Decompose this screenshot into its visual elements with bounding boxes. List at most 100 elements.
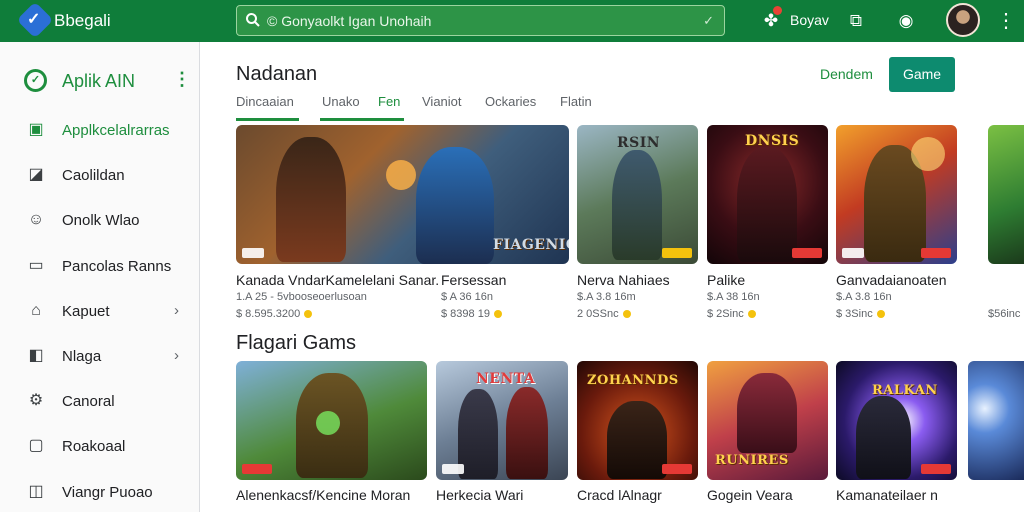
platform-chip bbox=[242, 248, 264, 258]
rating-tag bbox=[921, 464, 951, 474]
sidebar-item-label: Viangr Puoao bbox=[62, 484, 153, 501]
app-icon: ✓ bbox=[24, 69, 47, 92]
coin-icon bbox=[876, 310, 885, 319]
library-icon: ◫ bbox=[28, 483, 44, 500]
tab-underline bbox=[236, 118, 299, 121]
rating-tag bbox=[662, 248, 692, 258]
price-text: 2 0SSnc bbox=[577, 308, 619, 320]
brand-name[interactable]: Bbegali bbox=[54, 11, 111, 31]
game-meta: $.A 3.8 16n bbox=[836, 291, 892, 303]
game-thumbnail[interactable]: DNSIS bbox=[707, 125, 828, 264]
game-title: Kamanateilaer n bbox=[836, 487, 938, 503]
coin-icon bbox=[493, 310, 502, 319]
game-thumbnail[interactable]: FIAGENICT bbox=[236, 125, 569, 264]
sidebar-item-label: Pancolas Ranns bbox=[62, 258, 172, 275]
tab-5[interactable]: Flatin bbox=[560, 94, 592, 122]
game-banner: ZOHANNDS bbox=[587, 373, 679, 388]
sidebar-header: ✓ Aplik AIN ⋮ bbox=[24, 67, 200, 95]
game-price: $ 8.595.3200 bbox=[236, 308, 313, 320]
price-text: $ 3Sinc bbox=[836, 308, 873, 320]
game-title: Herkecia Wari bbox=[436, 487, 524, 503]
price-text: $ 2Sinc bbox=[707, 308, 744, 320]
rating-tag bbox=[792, 248, 822, 258]
game-thumbnail[interactable] bbox=[836, 125, 957, 264]
sidebar-title: Aplik AIN bbox=[62, 71, 136, 91]
sidebar-more-icon[interactable]: ⋮ bbox=[173, 69, 191, 90]
platform-chip bbox=[442, 464, 464, 474]
settings-icon: ⚙ bbox=[28, 392, 44, 409]
sidebar-item-documents[interactable]: ◪ Caolildan bbox=[0, 155, 199, 195]
game-title: Nerva Nahiaes bbox=[577, 272, 670, 288]
game-thumbnail[interactable] bbox=[236, 361, 427, 480]
chat-icon: ☺ bbox=[27, 211, 45, 228]
page-title: Nadanan bbox=[236, 63, 318, 85]
game-thumbnail[interactable] bbox=[988, 125, 1024, 264]
primary-button[interactable]: Game bbox=[889, 57, 955, 92]
chart-icon: ◧ bbox=[28, 347, 44, 364]
game-title: Cracd lAlnagr bbox=[577, 487, 662, 503]
sidebar-item-label: Onolk Wlao bbox=[62, 212, 140, 229]
sidebar-item-monitor[interactable]: ▭ Pancolas Ranns bbox=[0, 246, 199, 286]
game-thumbnail[interactable]: RALKAN bbox=[836, 361, 957, 480]
game-banner: DNSIS bbox=[745, 133, 800, 149]
sidebar-item-home[interactable]: ⌂ Kapuet › bbox=[0, 291, 199, 331]
sidebar: ✓ Aplik AIN ⋮ ▣ Applkcelalrarras ◪ Caoli… bbox=[0, 42, 200, 512]
game-banner: RALKAN bbox=[872, 383, 938, 398]
game-banner: NENTA bbox=[476, 371, 536, 387]
rating-tag bbox=[662, 464, 692, 474]
sidebar-item-chart[interactable]: ◧ Nlaga › bbox=[0, 336, 199, 376]
chevron-right-icon: › bbox=[174, 302, 179, 319]
user-name[interactable]: Boyav bbox=[790, 12, 829, 28]
search-input[interactable]: © Gonyaolkt Igan Unohaih bbox=[267, 13, 431, 29]
game-title: Fersessan bbox=[441, 272, 507, 288]
logo-check-icon: ✓ bbox=[27, 11, 41, 28]
game-meta: $.A 3.8 16m bbox=[577, 291, 636, 303]
mic-icon[interactable]: ✓ bbox=[703, 13, 714, 29]
game-meta: $ A 36 16n bbox=[441, 291, 493, 303]
sidebar-item-label: Caolildan bbox=[62, 167, 125, 184]
sidebar-item-chat[interactable]: ☺ Onolk Wlao bbox=[0, 200, 199, 240]
game-title: Kanada VndarKamelelani Sanar. bbox=[236, 272, 440, 288]
apps-icon: ▣ bbox=[28, 121, 44, 138]
game-title: Gogein Veara bbox=[707, 487, 793, 503]
sidebar-item-label: Nlaga bbox=[62, 348, 102, 365]
chevron-right-icon: › bbox=[174, 347, 179, 364]
section-title: Flagari Gams bbox=[236, 332, 357, 354]
game-price: 2 0SSnc bbox=[577, 308, 631, 320]
game-meta: $.A 38 16n bbox=[707, 291, 760, 303]
sidebar-item-apps[interactable]: ▣ Applkcelalrarras bbox=[0, 110, 199, 150]
document-icon: ◪ bbox=[28, 166, 44, 183]
game-title: Ganvadaianoaten bbox=[836, 272, 947, 288]
tab-4[interactable]: Ockaries bbox=[485, 94, 536, 122]
game-price: $ 3Sinc bbox=[836, 308, 885, 320]
more-vert-icon[interactable]: ⋮ bbox=[996, 8, 1016, 33]
sidebar-item-label: Kapuet bbox=[62, 303, 110, 320]
coin-icon bbox=[622, 310, 631, 319]
sidebar-item-window[interactable]: ▢ Roakoaal bbox=[0, 426, 199, 466]
home-icon: ⌂ bbox=[31, 302, 41, 319]
game-thumbnail[interactable]: RUNIRES bbox=[707, 361, 828, 480]
notification-badge bbox=[773, 6, 782, 15]
game-thumbnail[interactable]: NENTA bbox=[436, 361, 568, 480]
secondary-button[interactable]: Dendem bbox=[820, 66, 873, 82]
sidebar-item-settings[interactable]: ⚙ Canoral bbox=[0, 381, 199, 421]
game-banner: RSIN bbox=[617, 135, 661, 151]
game-thumbnail[interactable] bbox=[968, 361, 1024, 480]
tab-3[interactable]: Vianiot bbox=[422, 94, 462, 122]
game-price: $56inc bbox=[988, 308, 1021, 320]
game-banner: RUNIRES bbox=[715, 453, 789, 468]
game-title: Alenenkacsf/Kencine Moran bbox=[236, 487, 411, 503]
game-thumbnail[interactable]: ZOHANNDS bbox=[577, 361, 698, 480]
rating-tag bbox=[921, 248, 951, 258]
coin-icon bbox=[304, 310, 313, 319]
bookmark-icon[interactable]: ⧉ bbox=[843, 8, 869, 34]
sidebar-item-library[interactable]: ◫ Viangr Puoao bbox=[0, 472, 199, 512]
search-bar[interactable]: © Gonyaolkt Igan Unohaih ✓ bbox=[236, 5, 725, 36]
sidebar-item-label: Canoral bbox=[62, 393, 115, 410]
notification-icon[interactable]: ◉ bbox=[893, 8, 919, 34]
game-thumbnail[interactable]: RSIN bbox=[577, 125, 698, 264]
game-price: $ 8398 19 bbox=[441, 308, 502, 320]
avatar[interactable] bbox=[946, 3, 980, 37]
game-price: $ 2Sinc bbox=[707, 308, 756, 320]
monitor-icon: ▭ bbox=[28, 257, 44, 274]
